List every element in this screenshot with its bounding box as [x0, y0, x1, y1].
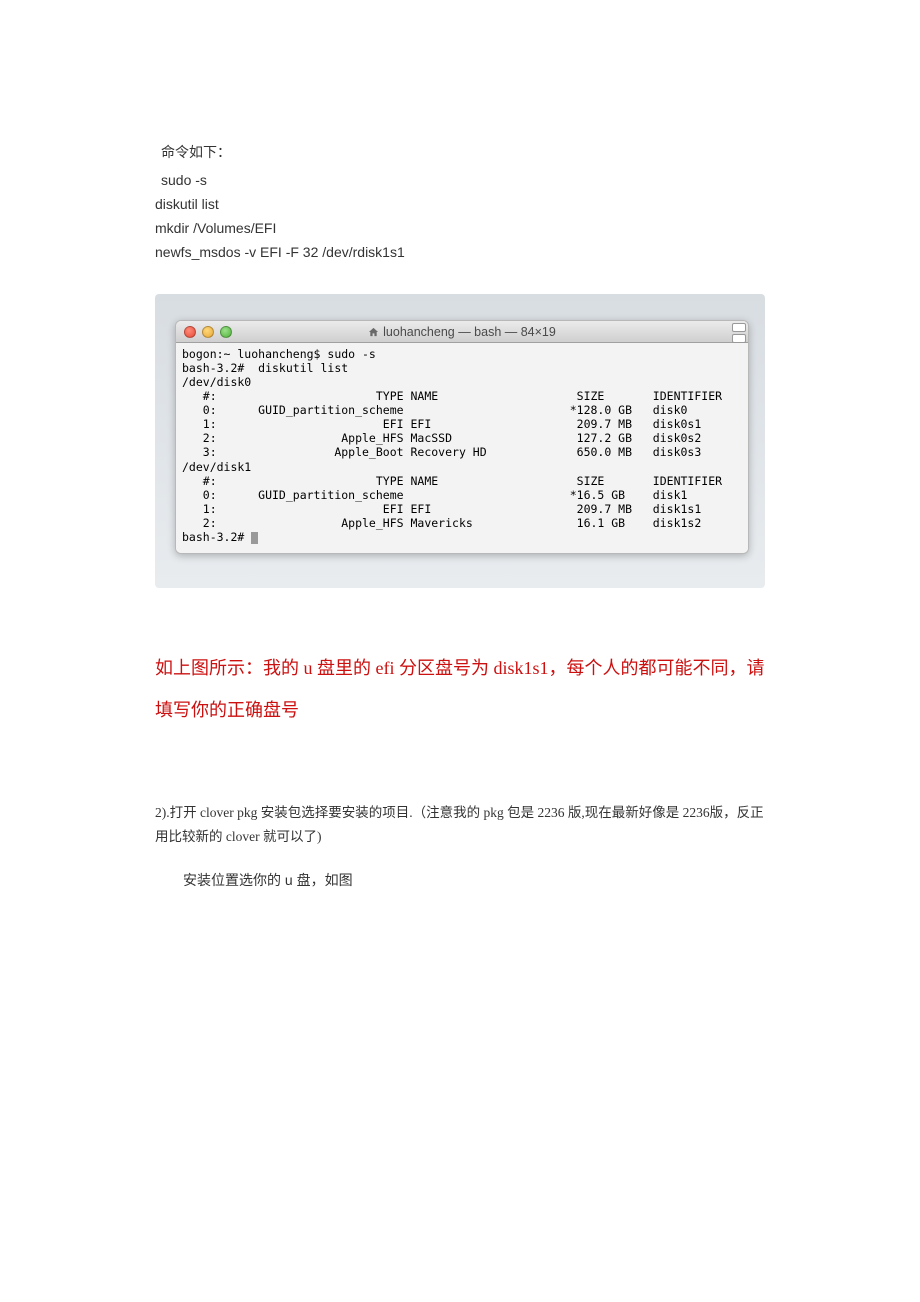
output-line: 0: GUID_partition_scheme *128.0 GB disk0 [182, 403, 687, 417]
commands-intro: 命令如下： [155, 140, 765, 165]
output-line: 2: Apple_HFS MacSSD 127.2 GB disk0s2 [182, 431, 701, 445]
tab-icon[interactable] [732, 334, 746, 343]
output-line: 2: Apple_HFS Mavericks 16.1 GB disk1s2 [182, 516, 701, 530]
command-newfs: newfs_msdos -v EFI -F 32 /dev/rdisk1s1 [155, 241, 765, 265]
cursor-icon [251, 532, 258, 544]
command-sudo: sudo -s [155, 169, 765, 193]
terminal-titlebar: luohancheng — bash — 84×19 [176, 321, 748, 343]
close-icon[interactable] [184, 326, 196, 338]
terminal-title: luohancheng — bash — 84×19 [176, 325, 748, 339]
warning-note: 如上图所示：我的 u 盘里的 efi 分区盘号为 disk1s1，每个人的都可能… [155, 648, 765, 731]
install-location-text: 安装位置选你的 u 盘，如图 [155, 870, 765, 890]
output-line: 3: Apple_Boot Recovery HD 650.0 MB disk0… [182, 445, 701, 459]
maximize-icon[interactable] [220, 326, 232, 338]
output-line: 1: EFI EFI 209.7 MB disk0s1 [182, 417, 701, 431]
tab-icon[interactable] [732, 323, 746, 332]
minimize-icon[interactable] [202, 326, 214, 338]
output-line: 0: GUID_partition_scheme *16.5 GB disk1 [182, 488, 687, 502]
output-line: bogon:~ luohancheng$ sudo -s [182, 347, 376, 361]
output-line: /dev/disk0 [182, 375, 251, 389]
terminal-output: bogon:~ luohancheng$ sudo -s bash-3.2# d… [176, 343, 748, 553]
output-line: #: TYPE NAME SIZE IDENTIFIER [182, 474, 722, 488]
terminal-window: luohancheng — bash — 84×19 bogon:~ luoha… [175, 320, 749, 554]
document-page: 命令如下： sudo -s diskutil list mkdir /Volum… [0, 0, 920, 950]
output-line: 1: EFI EFI 209.7 MB disk1s1 [182, 502, 701, 516]
output-line: #: TYPE NAME SIZE IDENTIFIER [182, 389, 722, 403]
terminal-screenshot: luohancheng — bash — 84×19 bogon:~ luoha… [155, 294, 765, 588]
command-mkdir: mkdir /Volumes/EFI [155, 217, 765, 241]
output-line: bash-3.2# diskutil list [182, 361, 348, 375]
output-line: bash-3.2# [182, 530, 251, 544]
output-line: /dev/disk1 [182, 460, 251, 474]
command-diskutil: diskutil list [155, 193, 765, 217]
step-2-text: 2).打开 clover pkg 安装包选择要安装的项目.（注意我的 pkg 包… [155, 801, 765, 850]
home-icon [368, 327, 379, 337]
